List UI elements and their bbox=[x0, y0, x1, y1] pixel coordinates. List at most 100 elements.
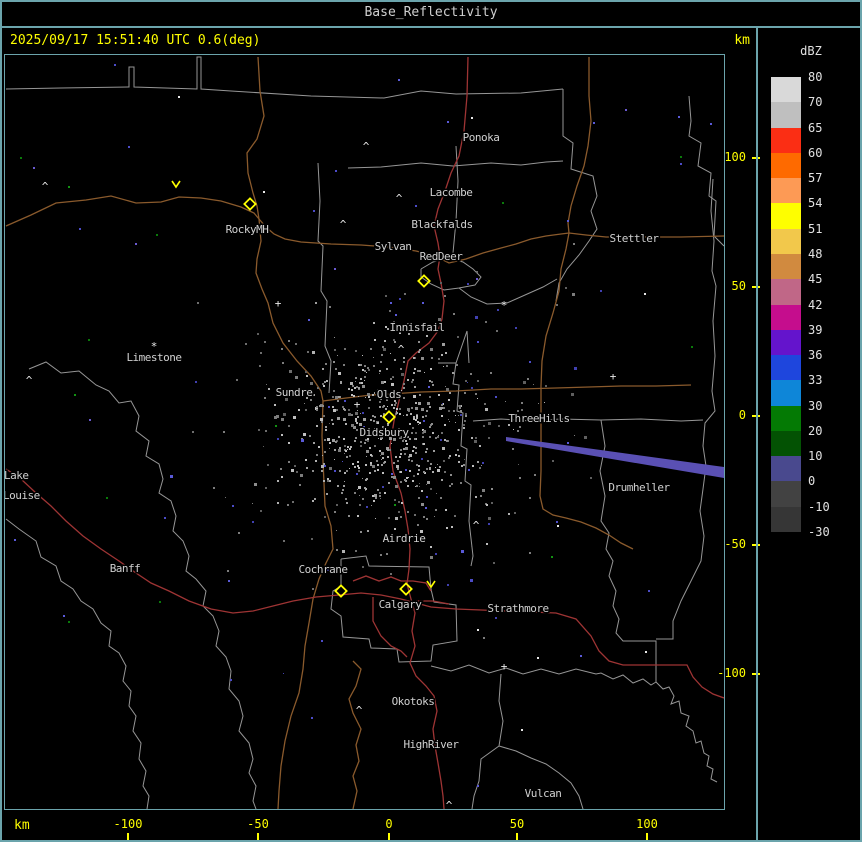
clutter-speckle bbox=[365, 490, 366, 491]
clutter-speckle bbox=[413, 357, 415, 359]
clutter-speckle bbox=[344, 400, 346, 402]
city-label: Innisfail bbox=[389, 321, 444, 334]
clutter-speckle bbox=[326, 493, 328, 495]
clutter-speckle bbox=[342, 406, 344, 408]
clutter-speckle bbox=[444, 439, 446, 441]
clutter-speckle bbox=[357, 489, 358, 490]
city-label: Lake bbox=[5, 469, 29, 482]
clutter-speckle bbox=[418, 402, 421, 405]
clutter-speckle bbox=[299, 484, 301, 486]
clutter-speckle bbox=[170, 475, 173, 478]
title-bar: Base_Reflectivity bbox=[0, 0, 862, 28]
white-point-marker-icon: * bbox=[501, 299, 508, 312]
clutter-speckle bbox=[344, 445, 346, 447]
clutter-speckle bbox=[366, 372, 367, 373]
clutter-speckle bbox=[260, 352, 262, 354]
clutter-speckle bbox=[483, 425, 485, 427]
radar-interference-spike bbox=[506, 437, 724, 478]
clutter-speckle bbox=[333, 361, 335, 363]
white-point-marker-icon: * bbox=[151, 340, 158, 353]
clutter-speckle bbox=[355, 437, 357, 439]
clutter-speckle bbox=[321, 640, 323, 642]
x-tick-mark bbox=[646, 833, 648, 841]
clutter-speckle bbox=[459, 405, 461, 407]
clutter-speckle bbox=[334, 511, 336, 513]
clutter-speckle bbox=[283, 413, 286, 416]
clutter-speckle bbox=[364, 380, 365, 381]
clutter-speckle bbox=[164, 517, 166, 519]
clutter-speckle bbox=[406, 477, 408, 479]
legend-value-label: 65 bbox=[808, 121, 823, 135]
legend-divider bbox=[756, 28, 758, 842]
clutter-speckle bbox=[415, 205, 417, 207]
clutter-speckle bbox=[434, 516, 435, 517]
clutter-speckle bbox=[414, 438, 416, 440]
clutter-speckle bbox=[365, 464, 367, 466]
clutter-speckle bbox=[213, 487, 215, 489]
clutter-speckle bbox=[395, 456, 397, 458]
clutter-speckle bbox=[529, 361, 531, 363]
clutter-speckle bbox=[33, 167, 35, 169]
clutter-speckle bbox=[471, 546, 472, 547]
clutter-speckle bbox=[427, 460, 429, 462]
clutter-speckle bbox=[432, 432, 434, 434]
clutter-speckle bbox=[403, 448, 405, 450]
clutter-speckle bbox=[396, 412, 398, 414]
clutter-speckle bbox=[419, 422, 421, 424]
clutter-speckle bbox=[367, 440, 369, 442]
clutter-speckle bbox=[316, 425, 318, 427]
clutter-speckle bbox=[449, 421, 450, 422]
clutter-speckle bbox=[369, 472, 371, 474]
clutter-speckle bbox=[309, 435, 311, 437]
clutter-speckle bbox=[448, 410, 450, 412]
clutter-speckle bbox=[409, 470, 411, 472]
clutter-speckle bbox=[517, 430, 519, 432]
clutter-speckle bbox=[305, 409, 307, 411]
clutter-speckle bbox=[311, 538, 313, 540]
clutter-speckle bbox=[349, 468, 350, 469]
clutter-speckle bbox=[324, 465, 326, 467]
clutter-speckle bbox=[584, 436, 587, 439]
clutter-speckle bbox=[318, 446, 320, 448]
clutter-speckle bbox=[426, 335, 428, 337]
clutter-speckle bbox=[263, 446, 264, 447]
clutter-speckle bbox=[363, 418, 366, 421]
highway-red bbox=[352, 575, 432, 592]
clutter-speckle bbox=[425, 451, 427, 453]
clutter-speckle bbox=[367, 393, 370, 396]
clutter-speckle bbox=[291, 469, 294, 472]
clutter-speckle bbox=[431, 423, 433, 425]
clutter-speckle bbox=[521, 402, 523, 404]
clutter-speckle bbox=[380, 455, 381, 456]
white-point-marker-icon: + bbox=[501, 660, 508, 673]
clutter-speckle bbox=[357, 515, 359, 517]
legend-value-label: 45 bbox=[808, 272, 823, 286]
clutter-speckle bbox=[417, 524, 419, 526]
clutter-speckle bbox=[316, 409, 318, 411]
clutter-speckle bbox=[515, 327, 517, 329]
clutter-speckle bbox=[415, 402, 417, 404]
window-title: Base_Reflectivity bbox=[364, 5, 498, 20]
clutter-speckle bbox=[430, 368, 432, 370]
clutter-speckle bbox=[426, 484, 427, 485]
city-label: Calgary bbox=[379, 598, 423, 611]
clutter-speckle bbox=[312, 470, 314, 472]
clutter-speckle bbox=[323, 463, 325, 465]
clutter-speckle bbox=[423, 516, 425, 518]
clutter-speckle bbox=[407, 485, 409, 487]
clutter-speckle bbox=[365, 479, 367, 481]
clutter-speckle bbox=[332, 439, 335, 442]
clutter-speckle bbox=[321, 465, 324, 468]
legend-swatch bbox=[771, 456, 801, 481]
clutter-speckle bbox=[426, 496, 428, 498]
clutter-speckle bbox=[223, 431, 225, 433]
clutter-speckle bbox=[421, 357, 424, 360]
clutter-speckle bbox=[446, 388, 449, 391]
clutter-speckle bbox=[374, 339, 376, 341]
clutter-speckle bbox=[277, 438, 279, 440]
radar-map-plot[interactable]: Ponoka Lacombe Blackfalds Sylvan RedDeer Stet… bbox=[4, 54, 725, 810]
clutter-speckle bbox=[479, 445, 481, 447]
clutter-speckle bbox=[455, 454, 457, 456]
clutter-speckle bbox=[477, 461, 479, 463]
clutter-speckle bbox=[360, 413, 361, 414]
